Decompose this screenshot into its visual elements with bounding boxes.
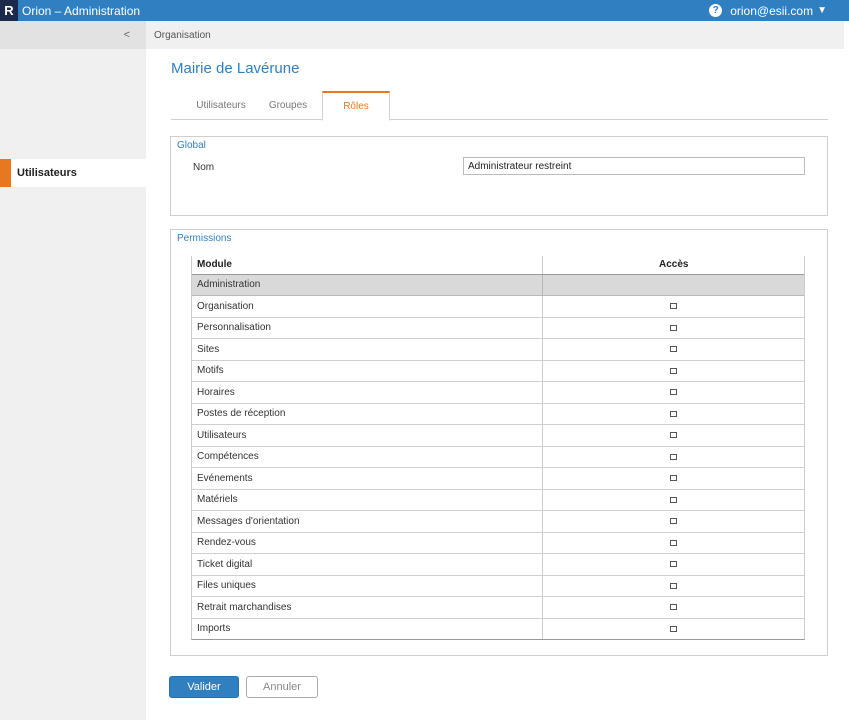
acces-cell — [542, 489, 805, 511]
acces-checkbox[interactable] — [670, 432, 678, 439]
module-name: Files uniques — [191, 575, 543, 597]
permissions-legend: Permissions — [177, 233, 232, 244]
acces-cell — [542, 295, 805, 318]
sidebar: < Utilisateurs — [0, 21, 146, 720]
module-name: Postes de réception — [191, 403, 543, 425]
acces-cell — [542, 618, 805, 640]
acces-cell — [542, 338, 805, 361]
module-name: Compétences — [191, 446, 543, 468]
global-section: Global Nom — [170, 136, 828, 216]
column-header-module[interactable]: Module — [191, 256, 543, 275]
acces-checkbox[interactable] — [670, 475, 678, 482]
table-group-row: Administration — [191, 274, 805, 296]
acces-cell — [542, 403, 805, 425]
acces-checkbox[interactable] — [670, 582, 678, 589]
acces-cell — [542, 596, 805, 619]
global-legend: Global — [177, 140, 206, 151]
acces-checkbox[interactable] — [670, 453, 678, 460]
acces-cell — [542, 553, 805, 576]
module-name: Evénements — [191, 467, 543, 490]
module-name: Retrait marchandises — [191, 596, 543, 619]
user-menu[interactable]: ? orion@esii.com ▼ — [709, 0, 827, 21]
acces-checkbox[interactable] — [670, 625, 678, 632]
tab-roles[interactable]: Rôles — [322, 91, 390, 121]
permissions-table: Module Accès Administration Organisation… — [191, 256, 805, 640]
acces-checkbox[interactable] — [670, 539, 678, 546]
breadcrumb: Organisation — [146, 21, 844, 49]
tab-utilisateurs[interactable]: Utilisateurs — [187, 91, 255, 120]
module-name: Sites — [191, 338, 543, 361]
page-title: Mairie de Lavérune — [171, 60, 300, 77]
acces-checkbox[interactable] — [670, 346, 678, 353]
module-name: Rendez-vous — [191, 532, 543, 554]
acces-cell — [542, 381, 805, 404]
table-row: Imports — [191, 618, 805, 640]
table-row: Rendez-vous — [191, 532, 805, 554]
acces-checkbox[interactable] — [670, 561, 678, 568]
acces-checkbox[interactable] — [670, 303, 678, 310]
cancel-button[interactable]: Annuler — [246, 676, 318, 698]
module-name: Utilisateurs — [191, 424, 543, 447]
table-row: Compétences — [191, 446, 805, 468]
user-email[interactable]: orion@esii.com — [730, 4, 813, 18]
caret-down-icon[interactable]: ▼ — [817, 5, 827, 16]
top-bar: R Orion – Administration ? orion@esii.co… — [0, 0, 849, 21]
sidebar-collapse-button[interactable]: < — [0, 21, 146, 49]
tab-bar: Utilisateurs Groupes Rôles — [171, 91, 828, 121]
table-row: Matériels — [191, 489, 805, 511]
acces-checkbox[interactable] — [670, 518, 678, 525]
permissions-section: Permissions Module Accès Administration … — [170, 229, 828, 656]
app-logo: R — [0, 0, 18, 21]
module-name: Personnalisation — [191, 317, 543, 339]
table-row: Sites — [191, 338, 805, 361]
group-label: Administration — [191, 274, 543, 296]
table-row: Messages d'orientation — [191, 510, 805, 533]
acces-cell — [542, 467, 805, 490]
app-title: Orion – Administration — [22, 3, 141, 18]
nom-label: Nom — [193, 162, 215, 173]
acces-checkbox[interactable] — [670, 324, 678, 331]
module-name: Matériels — [191, 489, 543, 511]
table-row: Postes de réception — [191, 403, 805, 425]
module-name: Messages d'orientation — [191, 510, 543, 533]
validate-button[interactable]: Valider — [169, 676, 239, 698]
table-row: Ticket digital — [191, 553, 805, 576]
module-name: Motifs — [191, 360, 543, 382]
tab-groupes[interactable]: Groupes — [261, 91, 315, 120]
chevron-left-icon[interactable]: < — [124, 29, 130, 41]
help-icon[interactable]: ? — [709, 4, 723, 17]
table-header-row: Module Accès — [191, 256, 805, 275]
acces-cell — [542, 575, 805, 597]
acces-checkbox[interactable] — [670, 604, 678, 611]
module-name: Ticket digital — [191, 553, 543, 576]
table-row: Evénements — [191, 467, 805, 490]
table-row: Personnalisation — [191, 317, 805, 339]
group-acces-cell — [542, 274, 805, 296]
module-name: Organisation — [191, 295, 543, 318]
column-header-acces[interactable]: Accès — [542, 256, 805, 275]
acces-checkbox[interactable] — [670, 496, 678, 503]
acces-cell — [542, 424, 805, 447]
table-row: Utilisateurs — [191, 424, 805, 447]
breadcrumb-item[interactable]: Organisation — [154, 30, 211, 41]
table-row: Files uniques — [191, 575, 805, 597]
table-row: Retrait marchandises — [191, 596, 805, 619]
acces-cell — [542, 510, 805, 533]
table-row: Organisation — [191, 295, 805, 318]
table-row: Motifs — [191, 360, 805, 382]
acces-cell — [542, 360, 805, 382]
acces-cell — [542, 532, 805, 554]
sidebar-item-utilisateurs[interactable]: Utilisateurs — [0, 159, 146, 187]
acces-checkbox[interactable] — [670, 367, 678, 374]
module-name: Horaires — [191, 381, 543, 404]
acces-checkbox[interactable] — [670, 389, 678, 396]
module-name: Imports — [191, 618, 543, 640]
acces-cell — [542, 446, 805, 468]
table-row: Horaires — [191, 381, 805, 404]
acces-checkbox[interactable] — [670, 410, 678, 417]
nom-input[interactable] — [463, 157, 805, 175]
active-marker — [0, 159, 11, 187]
sidebar-item-label: Utilisateurs — [17, 167, 77, 179]
acces-cell — [542, 317, 805, 339]
